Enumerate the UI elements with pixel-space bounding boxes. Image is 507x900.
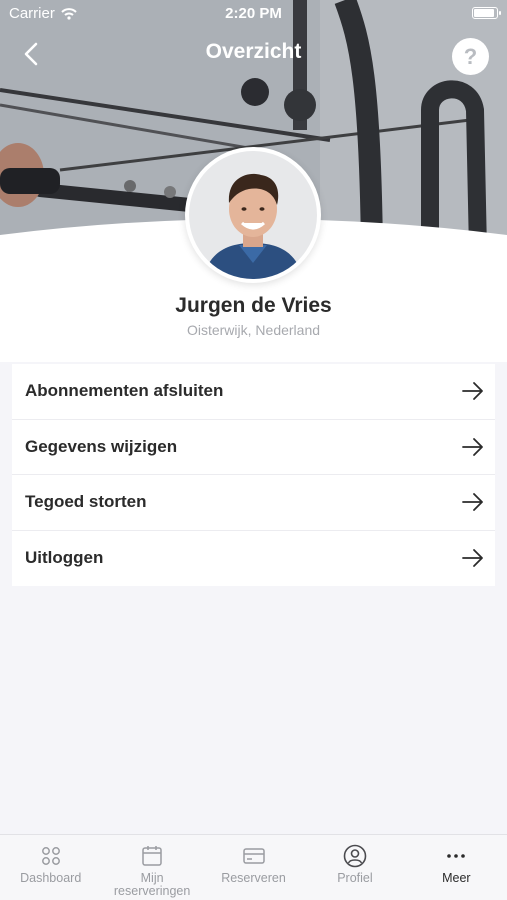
menu-item-abonnementen[interactable]: Abonnementen afsluiten — [12, 364, 495, 420]
question-mark-icon: ? — [463, 43, 478, 69]
menu-item-gegevens[interactable]: Gegevens wijzigen — [12, 419, 495, 475]
page-title: Overzicht — [205, 40, 302, 63]
card-icon — [242, 848, 265, 864]
profile-menu: Abonnementen afsluiten Gegevens wijzigen… — [12, 364, 495, 586]
tab-label: Profiel — [337, 871, 373, 885]
menu-item-label: Gegevens wijzigen — [25, 436, 178, 456]
arrow-right-icon — [462, 382, 483, 401]
menu-item-tegoed[interactable]: Tegoed storten — [12, 475, 495, 531]
arrow-right-icon — [462, 437, 483, 456]
tab-meer[interactable]: Meer — [406, 835, 507, 900]
more-icon — [447, 854, 466, 858]
battery-icon — [472, 7, 501, 19]
calendar-icon — [142, 846, 162, 866]
tab-bar: Dashboard Mijn reserveringen Reserveren … — [0, 834, 507, 900]
tab-label: Meer — [442, 871, 471, 885]
avatar[interactable] — [185, 147, 321, 283]
tab-profiel[interactable]: Profiel — [304, 835, 405, 900]
tab-mijn-reserveringen[interactable]: Mijn reserveringen — [101, 835, 202, 900]
tab-dashboard[interactable]: Dashboard — [0, 835, 101, 900]
status-time: 2:20 PM — [225, 5, 282, 22]
avatar-photo — [189, 151, 317, 279]
help-button[interactable]: ? — [452, 38, 489, 75]
status-bar: Carrier 2:20 PM — [0, 0, 507, 28]
tab-label: Reserveren — [221, 871, 286, 885]
menu-item-label: Uitloggen — [25, 548, 104, 568]
tab-label: Dashboard — [20, 871, 82, 885]
arrow-right-icon — [462, 549, 483, 568]
tab-label: Mijn reserveringen — [113, 871, 191, 898]
menu-item-label: Tegoed storten — [25, 492, 147, 512]
arrow-right-icon — [462, 493, 483, 512]
profile-location: Oisterwijk, Nederland — [186, 322, 321, 338]
profile-icon — [343, 844, 367, 868]
menu-item-label: Abonnementen afsluiten — [25, 381, 224, 401]
dashboard-icon — [41, 847, 60, 865]
menu-item-uitloggen[interactable]: Uitloggen — [12, 530, 495, 586]
profile-name: Jurgen de Vries — [175, 294, 332, 317]
tab-reserveren[interactable]: Reserveren — [203, 835, 304, 900]
